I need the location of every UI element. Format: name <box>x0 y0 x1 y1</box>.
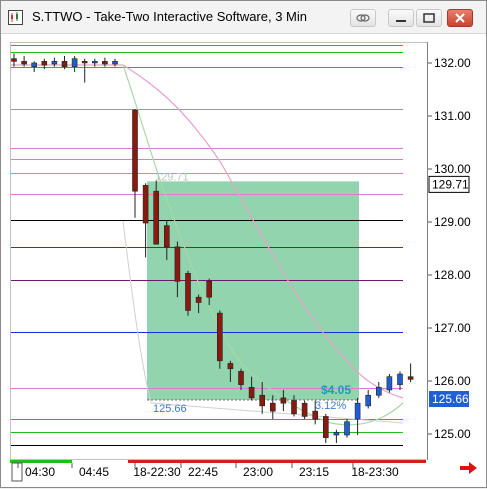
candle-down <box>102 61 108 65</box>
candle-down <box>11 58 17 62</box>
candle-up <box>31 62 38 67</box>
chart-window: S.TTWO - Take-Two Interactive Software, … <box>0 0 487 488</box>
candle-down <box>312 410 319 420</box>
price-tick-label: 125.00 <box>434 427 471 441</box>
time-tick-label: 04:30 <box>25 465 55 479</box>
chart-frame: 129.71 125.66 $4.05 3.12% 132.00 131.00 130.0… <box>1 34 486 487</box>
close-button[interactable] <box>447 9 473 27</box>
price-tick-label: 131.00 <box>434 109 471 123</box>
candlestick-chart[interactable]: 129.71 125.66 $4.05 3.12% <box>11 43 427 460</box>
candle-down <box>41 61 48 66</box>
chart-app-icon <box>8 10 23 25</box>
candle-down <box>259 394 265 407</box>
candle-up <box>92 61 98 64</box>
measure-start-label: 129.71 <box>155 171 189 183</box>
time-axis[interactable]: 04:30 04:45 18-22:30 22:45 23:00 23:15 18-23:3… <box>10 459 426 484</box>
time-axis-scale: 04:30 04:45 18-22:30 22:45 23:00 23:15 18-23:3… <box>10 460 426 482</box>
candle-down <box>174 246 181 282</box>
measure-end-label: 125.66 <box>153 403 187 415</box>
time-tick-label: 23:00 <box>243 465 273 479</box>
candle-down <box>61 61 68 67</box>
link-icon <box>356 14 370 22</box>
candle-down <box>407 376 414 380</box>
maximize-button[interactable] <box>416 9 442 27</box>
candle-down <box>227 363 234 370</box>
time-tick-label: 18-22:30 <box>133 465 181 479</box>
minimize-button[interactable] <box>388 9 414 27</box>
title-bar[interactable]: S.TTWO - Take-Two Interactive Software, … <box>1 1 486 34</box>
scroll-start-box <box>11 462 23 482</box>
candle-up <box>354 402 361 420</box>
candle-down <box>153 190 159 245</box>
last-price-label: 129.71 <box>432 177 469 191</box>
candle-up <box>386 376 393 391</box>
measure-percent-change: 3.12% <box>315 400 346 412</box>
price-tick-label: 130.00 <box>434 162 471 176</box>
candle-up <box>365 394 372 407</box>
candle-down <box>142 185 149 224</box>
candle-down <box>206 281 212 298</box>
current-price-label: 125.66 <box>432 392 469 406</box>
candle-down <box>322 416 329 438</box>
candle-down <box>21 61 27 65</box>
price-tick-label: 132.00 <box>434 56 471 70</box>
window-title: S.TTWO - Take-Two Interactive Software, … <box>32 9 308 24</box>
time-tick-label: 22:45 <box>188 465 218 479</box>
candle-up <box>344 421 350 436</box>
price-tick-label: 126.00 <box>434 374 471 388</box>
session-bar-afterhours <box>128 460 426 463</box>
link-button[interactable] <box>350 9 376 27</box>
candle-down <box>81 61 88 64</box>
candle-down <box>238 371 244 385</box>
time-tick-label: 04:45 <box>79 465 109 479</box>
scroll-right-arrow-icon[interactable] <box>460 461 478 475</box>
maximize-icon <box>423 13 435 23</box>
measure-rectangle <box>147 181 359 401</box>
time-tick-label: 23:15 <box>299 465 329 479</box>
candle-up <box>333 432 340 436</box>
price-plot-area[interactable]: 129.71 125.66 $4.05 3.12% <box>10 42 427 484</box>
candle-up <box>112 61 118 65</box>
minimize-icon <box>396 20 406 22</box>
candle-down <box>217 312 223 362</box>
measure-dollar-change: $4.05 <box>321 383 351 397</box>
candle-down <box>269 402 276 412</box>
candle-down <box>301 402 308 417</box>
candle-down <box>248 386 255 399</box>
candle-down <box>195 296 202 303</box>
candle-down <box>164 225 170 248</box>
price-tick-label: 128.00 <box>434 268 471 282</box>
candle-down <box>132 109 138 192</box>
candle-up <box>51 61 58 65</box>
candle-down <box>291 400 297 415</box>
candle-up <box>375 386 382 396</box>
price-tick-label: 129.00 <box>434 215 471 229</box>
close-icon <box>455 13 465 23</box>
price-tick-label: 127.00 <box>434 321 471 335</box>
candle-up <box>71 58 78 67</box>
candle-up <box>397 373 403 385</box>
price-axis-scale: 132.00 131.00 130.00 129.00 128.00 127.00 126.… <box>428 56 471 441</box>
candle-down <box>185 273 191 311</box>
price-axis[interactable]: 132.00 131.00 130.00 129.00 128.00 127.00 126.… <box>427 42 486 460</box>
candle-down <box>280 397 287 404</box>
time-tick-label: 18-23:30 <box>351 465 399 479</box>
